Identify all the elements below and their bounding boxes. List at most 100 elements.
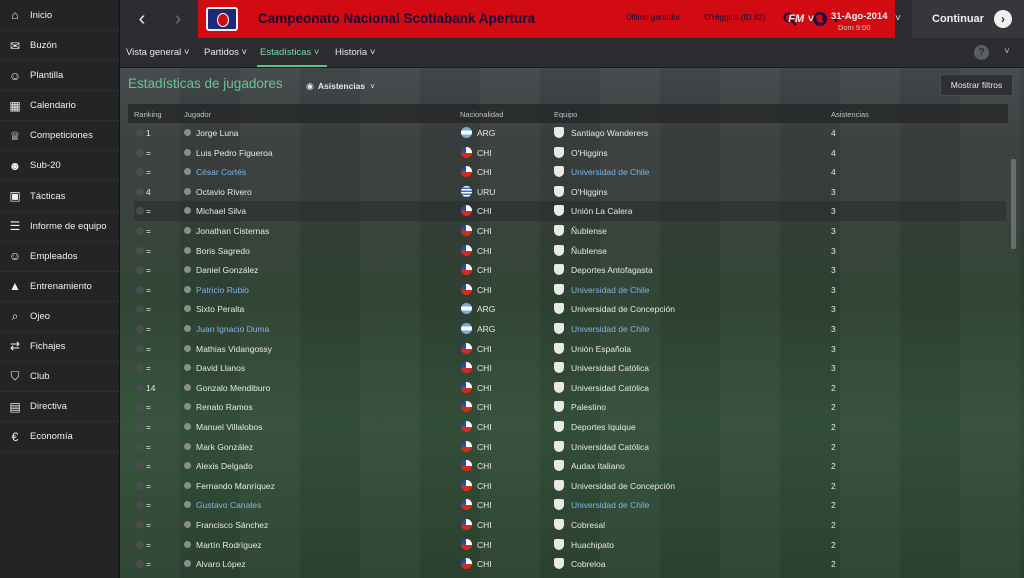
player-name[interactable]: Alexis Delgado	[196, 461, 253, 471]
team-name[interactable]: Unión La Calera	[571, 206, 632, 216]
team-name[interactable]: Cobresal	[571, 520, 605, 530]
info-icon[interactable]	[184, 521, 191, 528]
nationality-cell[interactable]: CHI	[477, 481, 492, 491]
info-icon[interactable]	[184, 403, 191, 411]
nationality-cell[interactable]: CHI	[477, 500, 492, 510]
column-header-equipo[interactable]: Equipo	[554, 110, 577, 119]
info-icon[interactable]	[184, 207, 191, 215]
tab-historia[interactable]: Historia ˅	[335, 47, 375, 58]
sidebar-item-directiva[interactable]: ▤ Directiva	[0, 392, 119, 423]
player-name[interactable]: Octavio Rivero	[196, 187, 252, 197]
competition-logo-icon[interactable]	[206, 7, 238, 31]
tab-partidos[interactable]: Partidos ˅	[204, 47, 247, 58]
team-name[interactable]: Ñublense	[571, 246, 607, 256]
player-name[interactable]: Fernando Manríquez	[196, 481, 275, 491]
sidebar-item-fichajes[interactable]: ⇄ Fichajes	[0, 332, 119, 363]
player-name[interactable]: Mark González	[196, 442, 253, 452]
team-name[interactable]: Universidad de Concepción	[571, 304, 675, 314]
team-name[interactable]: Palestino	[571, 402, 606, 412]
sidebar-item-t-cticas[interactable]: ▣ Tácticas	[0, 181, 119, 212]
player-name[interactable]: Juan Ignacio Duma	[196, 324, 269, 334]
info-icon[interactable]	[184, 540, 191, 548]
nationality-cell[interactable]: ARG	[477, 128, 495, 138]
info-icon[interactable]	[184, 305, 191, 313]
player-name[interactable]: César Cortés	[196, 167, 246, 177]
table-row[interactable]: = Martín Rodríguez CHI Huachipato 2	[134, 535, 1006, 555]
team-name[interactable]: Universidad de Chile	[571, 500, 649, 510]
player-name[interactable]: Mathias Vidangossy	[196, 344, 272, 354]
info-icon[interactable]	[184, 148, 191, 156]
nationality-cell[interactable]: CHI	[477, 540, 492, 550]
table-row[interactable]: = Juan Ignacio Duma ARG Universidad de Chil…	[134, 319, 1006, 339]
column-header-asistencias[interactable]: Asistencias	[831, 110, 869, 119]
column-header-ranking[interactable]: Ranking	[134, 110, 162, 119]
player-name[interactable]: Manuel Villalobos	[196, 422, 262, 432]
scrollbar[interactable]	[1011, 159, 1016, 249]
table-row[interactable]: = Mathias Vidangossy CHI Unión Española 3	[134, 339, 1006, 359]
forward-arrow-icon[interactable]: ›	[160, 0, 196, 38]
table-row[interactable]: 4 Octavio Rivero URU O'Higgins 3	[134, 182, 1006, 202]
nationality-cell[interactable]: CHI	[477, 402, 492, 412]
info-icon[interactable]	[184, 364, 191, 372]
team-name[interactable]: Universidad Católica	[571, 363, 649, 373]
last-winner-value[interactable]: O'Higgins (ID 82)	[704, 13, 765, 22]
tab-vista-general[interactable]: Vista general ˅	[126, 47, 189, 58]
info-icon[interactable]	[184, 423, 191, 430]
player-name[interactable]: Francisco Sánchez	[196, 520, 268, 530]
team-name[interactable]: Cobreloa	[571, 559, 606, 569]
nationality-cell[interactable]: CHI	[477, 422, 492, 432]
table-row[interactable]: 1 Jorge Luna ARG Santiago Wanderers 4	[134, 123, 1006, 143]
team-name[interactable]: O'Higgins	[571, 187, 608, 197]
table-row[interactable]: = Daniel González CHI Deportes Antofagasta 3	[134, 260, 1006, 280]
info-icon[interactable]	[184, 501, 191, 509]
nationality-cell[interactable]: CHI	[477, 246, 492, 256]
sidebar-item-competiciones[interactable]: ♕ Competiciones	[0, 121, 119, 152]
nationality-cell[interactable]: ARG	[477, 324, 495, 334]
nationality-cell[interactable]: CHI	[477, 383, 492, 393]
info-icon[interactable]	[184, 560, 191, 568]
table-row[interactable]: = Luis Pedro Figueroa CHI O'Higgins 4	[134, 143, 1006, 163]
nationality-cell[interactable]: CHI	[477, 363, 492, 373]
player-name[interactable]: Jorge Luna	[196, 128, 239, 138]
team-name[interactable]: O'Higgins	[571, 148, 608, 158]
table-row[interactable]: = Jonathan Cisternas CHI Ñublense 3	[134, 221, 1006, 241]
team-name[interactable]: Audax Italiano	[571, 461, 625, 471]
nationality-cell[interactable]: CHI	[477, 344, 492, 354]
nationality-cell[interactable]: ARG	[477, 304, 495, 314]
sidebar-item-buz-n[interactable]: ✉ Buzón	[0, 31, 119, 62]
team-name[interactable]: Huachipato	[571, 540, 614, 550]
sidebar-item-informe-de-equipo[interactable]: ☰ Informe de equipo	[0, 212, 119, 242]
sidebar-item-econom-a[interactable]: € Economía	[0, 422, 119, 453]
nationality-cell[interactable]: CHI	[477, 265, 492, 275]
player-name[interactable]: Patricio Rubio	[196, 285, 249, 295]
info-icon[interactable]	[184, 383, 191, 391]
nationality-cell[interactable]: CHI	[477, 167, 492, 177]
table-row[interactable]: = Francisco Sánchez CHI Cobresal 2	[134, 515, 1006, 535]
sidebar-item-ojeo[interactable]: ⌕ Ojeo	[0, 302, 119, 332]
help-icon[interactable]: ?	[974, 45, 989, 60]
table-row[interactable]: = Boris Sagredo CHI Ñublense 3	[134, 241, 1006, 261]
player-name[interactable]: Gonzalo Mendiburo	[196, 383, 270, 393]
player-name[interactable]: Martín Rodríguez	[196, 540, 262, 550]
player-name[interactable]: Boris Sagredo	[196, 246, 250, 256]
player-name[interactable]: Alvaro López	[196, 559, 246, 569]
table-row[interactable]: 14 Gonzalo Mendiburo CHI Universidad Católi…	[134, 378, 1006, 398]
info-icon[interactable]	[184, 481, 191, 489]
table-row[interactable]: = Michael Silva CHI Unión La Calera 3	[134, 201, 1006, 221]
info-icon[interactable]	[184, 227, 191, 234]
player-name[interactable]: Daniel González	[196, 265, 258, 275]
column-header-jugador[interactable]: Jugador	[184, 110, 211, 119]
tab-estad-sticas[interactable]: Estadísticas ˅	[260, 47, 319, 58]
back-arrow-icon[interactable]: ‹	[124, 0, 160, 38]
team-name[interactable]: Universidad de Chile	[571, 324, 649, 334]
show-filters-button[interactable]: Mostrar filtros	[940, 74, 1013, 96]
info-icon[interactable]	[184, 187, 191, 195]
team-name[interactable]: Universidad Católica	[571, 383, 649, 393]
player-name[interactable]: Sixto Peralta	[196, 304, 244, 314]
team-name[interactable]: Unión Española	[571, 344, 631, 354]
table-row[interactable]: = Sixto Peralta ARG Universidad de Concepci…	[134, 299, 1006, 319]
team-name[interactable]: Deportes Iquique	[571, 422, 636, 432]
info-icon[interactable]	[184, 246, 191, 254]
sidebar-item-inicio[interactable]: ⌂ Inicio	[0, 0, 119, 31]
info-icon[interactable]	[184, 462, 191, 470]
